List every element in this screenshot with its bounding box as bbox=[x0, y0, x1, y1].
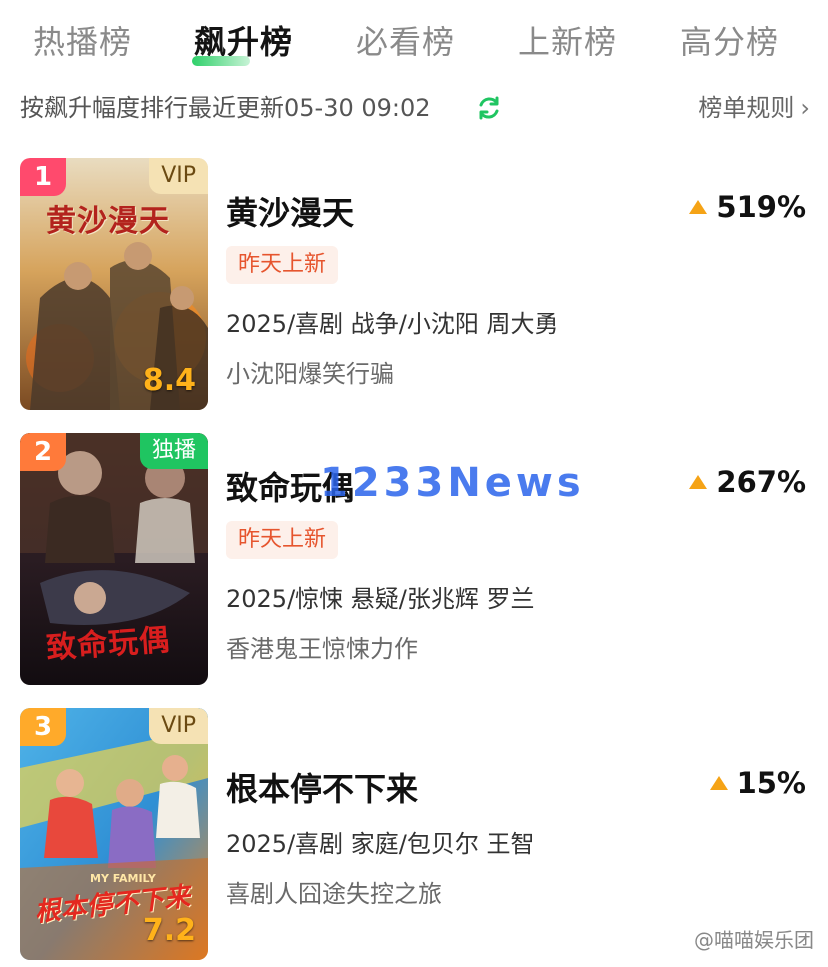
vip-badge: VIP bbox=[149, 158, 208, 194]
description: 小沈阳爆笑行骗 bbox=[226, 360, 394, 388]
trend-percent: 267% bbox=[716, 465, 806, 499]
source-watermark: @喵喵娱乐团 bbox=[694, 928, 814, 952]
exclusive-badge: 独播 bbox=[139, 433, 208, 469]
ranking-subheader: 按飙升幅度排行最近更新05-30 09:02 榜单规则 › bbox=[20, 88, 810, 128]
rank-badge: 2 bbox=[20, 433, 66, 471]
poster-image[interactable]: MY FAMILY 根本停不下来 3 VIP 7.2 bbox=[20, 708, 208, 960]
meta-info: 2025/惊悚 悬疑/张兆辉 罗兰 bbox=[226, 585, 535, 613]
poster-score: 8.4 bbox=[142, 363, 196, 398]
new-tag: 昨天上新 bbox=[226, 521, 339, 559]
poster-title-art: 黄沙漫天 bbox=[46, 204, 170, 239]
trend-indicator: 267% bbox=[688, 465, 806, 505]
tab-must-watch[interactable]: 必看榜 bbox=[356, 18, 455, 66]
new-tag: 昨天上新 bbox=[226, 246, 339, 284]
trend-up-icon bbox=[709, 776, 728, 790]
watermark-overlay: 1233News bbox=[320, 460, 585, 506]
ranking-tabs: 热播榜 飙升榜 必看榜 上新榜 高分榜 bbox=[0, 0, 828, 78]
description: 喜剧人囧途失控之旅 bbox=[226, 880, 442, 908]
description: 香港鬼王惊悚力作 bbox=[226, 635, 418, 663]
refresh-icon[interactable] bbox=[476, 95, 502, 121]
title[interactable]: 黄沙漫天 bbox=[226, 188, 354, 234]
trend-up-icon bbox=[689, 200, 708, 214]
ranking-rules-link[interactable]: 榜单规则 › bbox=[698, 88, 810, 128]
chevron-right-icon: › bbox=[800, 94, 810, 122]
trend-indicator: 519% bbox=[688, 190, 806, 230]
ranking-rules-label: 榜单规则 bbox=[698, 94, 795, 122]
title[interactable]: 根本停不下来 bbox=[226, 764, 418, 810]
meta-info: 2025/喜剧 家庭/包贝尔 王智 bbox=[226, 830, 535, 858]
update-info: 按飙升幅度排行最近更新05-30 09:02 bbox=[20, 94, 431, 122]
tab-hot[interactable]: 热播榜 bbox=[33, 18, 132, 66]
poster-image[interactable]: 致命玩偶 2 独播 bbox=[20, 433, 208, 685]
tab-top-rated[interactable]: 高分榜 bbox=[680, 18, 779, 66]
rank-badge: 3 bbox=[20, 708, 66, 746]
tab-new[interactable]: 上新榜 bbox=[518, 18, 617, 66]
trend-up-icon bbox=[689, 475, 708, 489]
vip-badge: VIP bbox=[149, 708, 208, 744]
ranking-item[interactable]: 黄沙漫天 1 VIP 8.4 黄沙漫天 昨天上新 2025/喜剧 战争/小沈阳 … bbox=[20, 158, 810, 410]
poster-score: 7.2 bbox=[142, 913, 196, 948]
poster-image[interactable]: 黄沙漫天 1 VIP 8.4 bbox=[20, 158, 208, 410]
rank-badge: 1 bbox=[20, 158, 66, 196]
trend-percent: 15% bbox=[736, 766, 806, 800]
trend-percent: 519% bbox=[716, 190, 806, 224]
active-tab-indicator bbox=[192, 56, 250, 66]
ranking-item[interactable]: MY FAMILY 根本停不下来 3 VIP 7.2 根本停不下来 2025/喜… bbox=[20, 708, 810, 960]
meta-info: 2025/喜剧 战争/小沈阳 周大勇 bbox=[226, 310, 559, 338]
trend-indicator: 15% bbox=[709, 766, 806, 806]
poster-title-art: 致命玩偶 bbox=[45, 622, 172, 667]
